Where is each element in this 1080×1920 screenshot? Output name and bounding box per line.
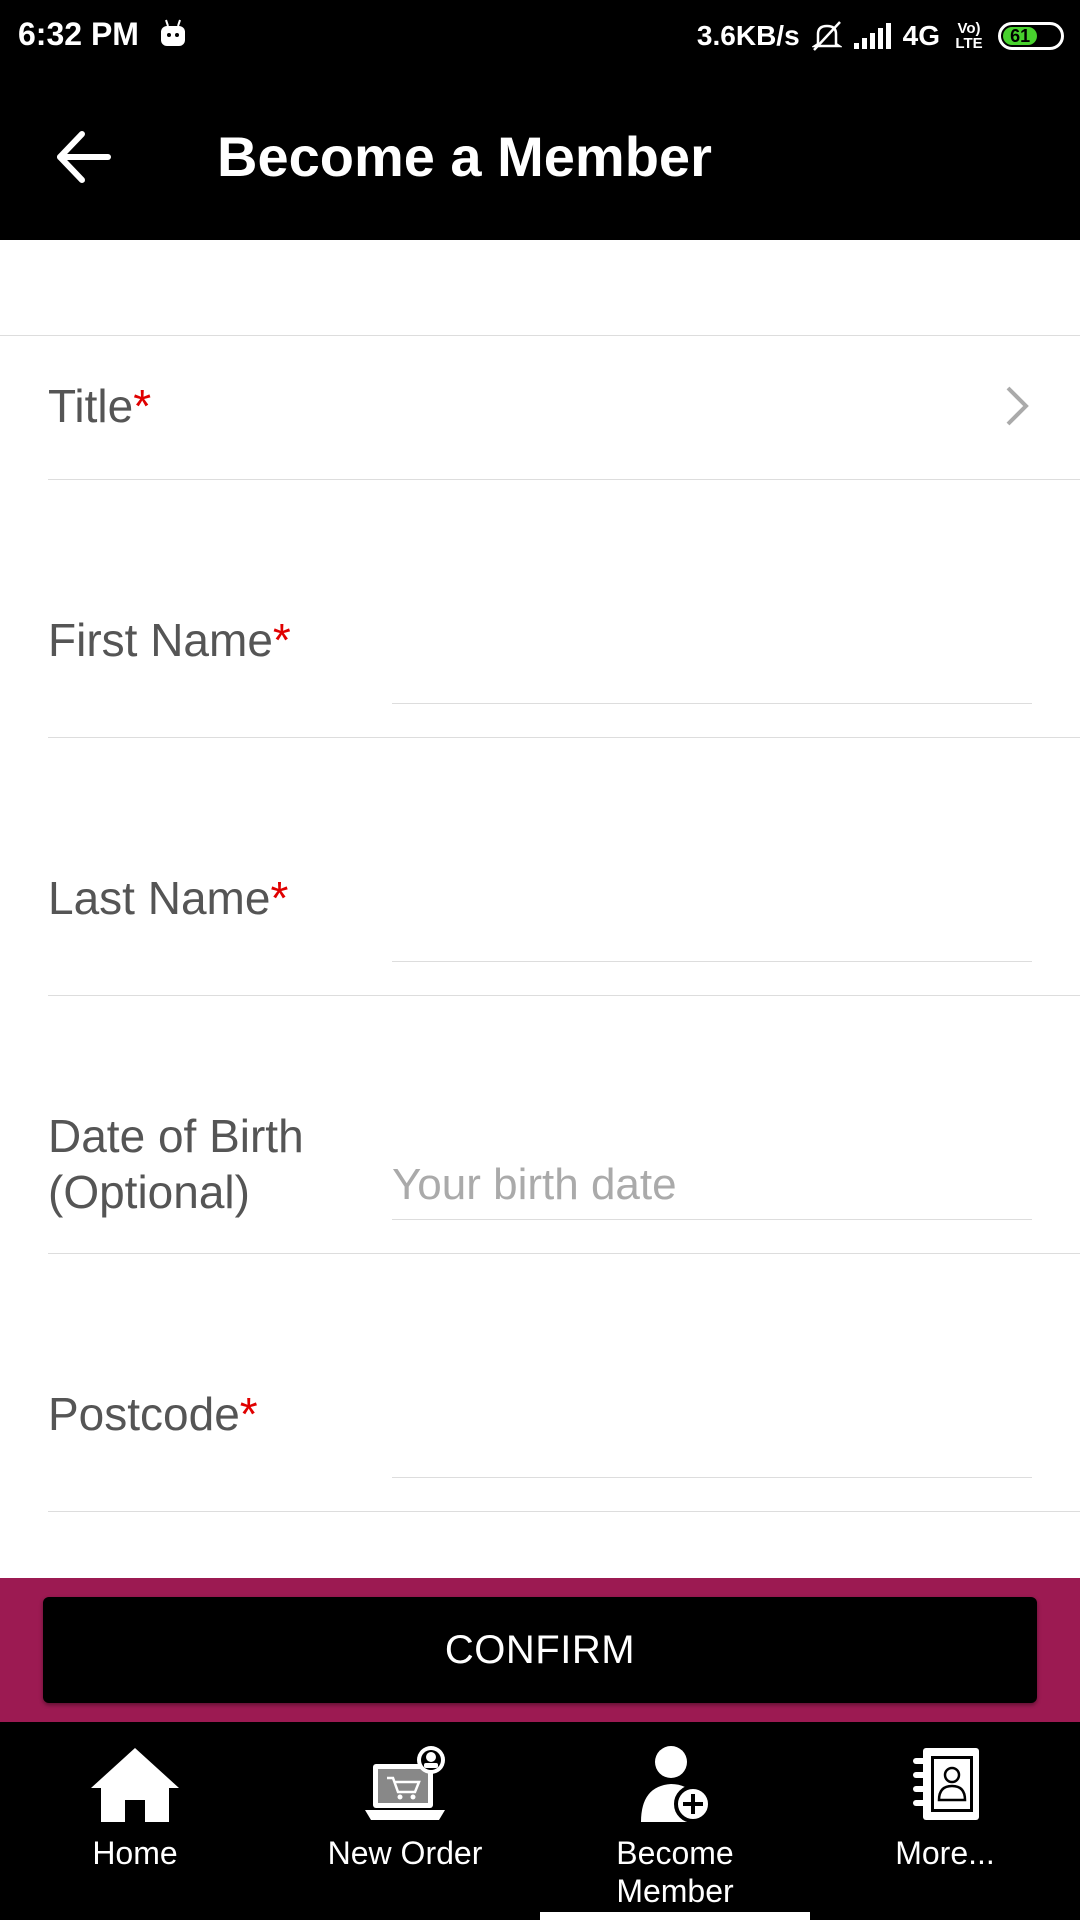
nav-item-home[interactable]: Home <box>0 1722 270 1920</box>
page-title: Become a Member <box>217 125 712 188</box>
first-name-field <box>392 634 1032 704</box>
first-name-input[interactable] <box>392 634 1032 704</box>
required-asterisk: * <box>133 380 152 432</box>
last-name-input[interactable] <box>392 892 1032 962</box>
status-icons: 3.6KB/s 4G Vo) LTE 61 <box>697 14 1064 58</box>
date-of-birth-input[interactable] <box>392 1150 1032 1220</box>
nav-label-home: Home <box>92 1835 178 1871</box>
home-icon <box>91 1748 179 1822</box>
status-time: 6:32 PM <box>18 16 139 52</box>
last-name-row: Last Name* <box>48 738 1080 996</box>
battery-icon: 61 <box>998 22 1064 50</box>
date-of-birth-field <box>392 1150 1032 1220</box>
bell-muted-icon <box>811 21 842 51</box>
postcode-field <box>392 1408 1032 1478</box>
chevron-right-icon[interactable] <box>1002 384 1032 428</box>
nav-item-new-order[interactable]: New Order <box>270 1722 540 1920</box>
nav-label-more: More... <box>895 1835 995 1871</box>
add-user-icon <box>641 1746 712 1823</box>
active-tab-indicator <box>540 1912 810 1920</box>
laptop-cart-icon <box>365 1746 445 1820</box>
required-asterisk: * <box>270 872 289 924</box>
required-asterisk: * <box>239 1388 258 1440</box>
title-row[interactable]: Title* <box>48 336 1080 480</box>
nav-label-new-order: New Order <box>327 1835 483 1871</box>
last-name-field <box>392 892 1032 962</box>
nav-item-more[interactable]: More... <box>810 1722 1080 1920</box>
first-name-row: First Name* <box>48 480 1080 738</box>
confirm-button[interactable]: CONFIRM <box>43 1597 1037 1703</box>
android-icon <box>161 19 185 46</box>
network-speed: 3.6KB/s <box>696 20 800 51</box>
bottom-nav: Home New Order Become Member More... <box>0 1722 1080 1920</box>
nav-item-become-member[interactable]: Become Member <box>540 1722 810 1920</box>
required-asterisk: * <box>272 614 291 666</box>
network-type: 4G <box>902 20 940 51</box>
signal-icon <box>853 23 891 49</box>
postcode-row: Postcode* <box>48 1254 1080 1512</box>
contacts-book-icon <box>913 1748 979 1820</box>
postcode-label: Postcode* <box>48 1388 258 1440</box>
volte-label: Vo) LTE <box>955 20 983 52</box>
first-name-label: First Name* <box>48 614 291 666</box>
arrow-left-icon[interactable] <box>50 122 120 192</box>
confirm-area: CONFIRM <box>0 1578 1080 1722</box>
postcode-input[interactable] <box>392 1408 1032 1478</box>
title-label: Title* <box>48 380 152 432</box>
date-of-birth-row: Date of Birth (Optional) <box>48 996 1080 1254</box>
last-name-label: Last Name* <box>48 872 289 924</box>
date-of-birth-label: Date of Birth (Optional) <box>48 1110 304 1218</box>
status-bar: 6:32 PM 3.6KB/s 4G Vo) LTE 61 <box>0 0 1080 72</box>
battery-level: 61 <box>1010 25 1031 46</box>
nav-label-become-member: Become Member <box>616 1835 734 1909</box>
app-bar: Become a Member <box>0 72 1080 240</box>
